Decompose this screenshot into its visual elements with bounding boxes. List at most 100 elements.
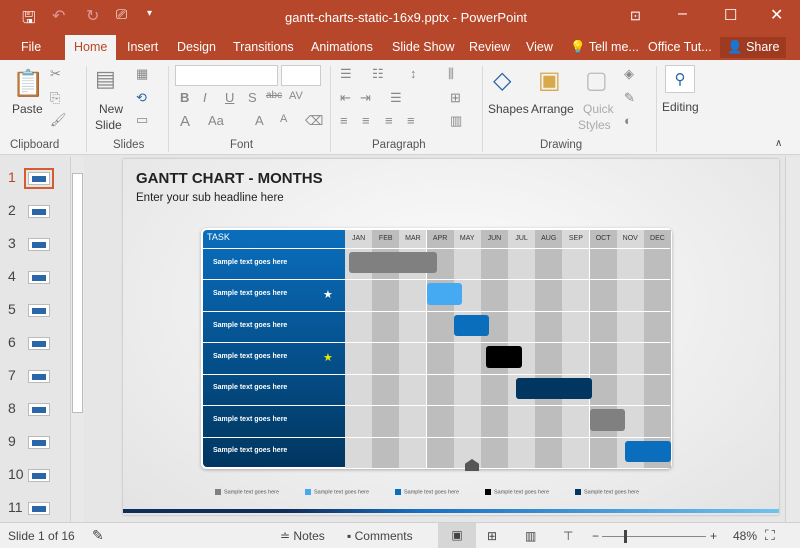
bold-icon[interactable]: B — [180, 90, 189, 105]
slide-thumbnail[interactable] — [28, 304, 50, 317]
notes-button[interactable]: ≐ Notes — [280, 529, 325, 543]
gantt-bar[interactable] — [486, 346, 522, 368]
slide-thumbnail[interactable] — [28, 370, 50, 383]
gantt-bar[interactable] — [516, 377, 593, 400]
maximize-icon[interactable]: ☐ — [724, 6, 737, 24]
zoom-slider[interactable] — [602, 530, 706, 543]
tab-insert[interactable]: Insert — [127, 40, 158, 54]
strikethrough-icon[interactable]: abc — [266, 90, 282, 101]
slide-subtitle[interactable]: Enter your sub headline here — [136, 192, 284, 204]
slide-thumbnail[interactable] — [28, 436, 50, 449]
increase-indent-icon[interactable]: ⇥ — [360, 90, 371, 106]
slide-thumbnail[interactable] — [28, 337, 50, 350]
fit-slide-icon[interactable]: ⛶ — [765, 527, 775, 544]
undo-icon[interactable]: ↶ — [52, 6, 65, 26]
slide-thumbnail[interactable] — [28, 205, 50, 218]
slide-thumbnail[interactable] — [28, 271, 50, 284]
redo-icon[interactable]: ↻ — [86, 6, 99, 26]
cut-icon[interactable]: ✂ — [50, 66, 61, 82]
ribbon-display-icon[interactable]: ⊡ — [630, 8, 641, 24]
editing-button[interactable]: Editing — [662, 100, 699, 114]
spell-check-icon[interactable]: ✎ — [92, 527, 104, 544]
grow-font-icon[interactable]: A — [255, 113, 264, 128]
align-left-icon[interactable]: ≡ — [340, 113, 348, 128]
align-right-icon[interactable]: ≡ — [385, 113, 393, 128]
font-size-input[interactable] — [281, 65, 321, 86]
format-painter-icon[interactable]: 🖌 — [50, 112, 67, 128]
gantt-bar[interactable] — [453, 314, 489, 337]
arrange-icon[interactable]: ▣ — [538, 66, 561, 95]
tab-transitions[interactable]: Transitions — [233, 40, 294, 54]
columns-icon[interactable]: ☰ — [390, 90, 402, 106]
align-text-icon[interactable]: ⊞ — [450, 90, 461, 106]
italic-icon[interactable]: I — [203, 90, 207, 105]
customize-icon[interactable]: ▾ — [147, 8, 152, 19]
quick-styles-label[interactable]: Styles — [578, 118, 611, 132]
task-label[interactable]: Sample text goes here — [213, 322, 287, 329]
tab-design[interactable]: Design — [177, 40, 216, 54]
slide-sorter-icon[interactable]: ⊞ — [487, 529, 497, 543]
task-label[interactable]: Sample text goes here — [213, 353, 287, 360]
justify-icon[interactable]: ≡ — [407, 113, 415, 128]
zoom-level[interactable]: 48% — [733, 529, 757, 543]
thumbnail-scrollbar[interactable] — [70, 157, 84, 522]
char-spacing-icon[interactable]: AV — [289, 90, 303, 102]
tab-home[interactable]: Home — [65, 35, 117, 60]
close-icon[interactable]: ✕ — [770, 5, 783, 25]
slide-thumbnail[interactable] — [24, 168, 54, 189]
save-icon[interactable]: 🖫 — [22, 7, 36, 34]
collapse-ribbon-icon[interactable]: ∧ — [775, 138, 782, 149]
tab-animations[interactable]: Animations — [311, 40, 373, 54]
share-button[interactable]: 👤 Share — [720, 37, 787, 58]
gantt-bar[interactable] — [624, 440, 671, 462]
shadow-icon[interactable]: S — [248, 90, 257, 105]
search-icon[interactable]: ⚲ — [665, 65, 695, 93]
underline-icon[interactable]: U — [225, 90, 234, 105]
task-label[interactable]: Sample text goes here — [213, 416, 287, 423]
zoom-in-icon[interactable]: + — [710, 529, 717, 543]
gantt-bar[interactable] — [349, 252, 438, 274]
numbering-icon[interactable]: ☷ — [372, 66, 384, 82]
slideshow-icon[interactable]: ⊤ — [563, 529, 573, 543]
task-label[interactable]: Sample text goes here — [213, 259, 287, 266]
present-icon[interactable]: ⎚ — [116, 6, 127, 23]
arrange-button[interactable]: Arrange — [531, 102, 574, 116]
shapes-button[interactable]: Shapes — [488, 102, 529, 116]
smartart-icon[interactable]: ▥ — [450, 113, 462, 129]
paste-icon[interactable]: 📋 — [12, 68, 44, 99]
slide-thumbnail[interactable] — [28, 502, 50, 515]
new-slide-button[interactable]: New — [99, 102, 123, 116]
slide-thumbnail[interactable] — [28, 469, 50, 482]
shape-effects-icon[interactable]: ◐ — [624, 113, 632, 128]
zoom-out-icon[interactable]: − — [592, 529, 599, 543]
tab-review[interactable]: Review — [469, 40, 510, 54]
section-icon[interactable]: ▭ — [136, 112, 148, 128]
center-icon[interactable]: ≡ — [362, 113, 370, 128]
account-name[interactable]: Office Tut... — [648, 40, 712, 54]
tab-slide-show[interactable]: Slide Show — [392, 40, 455, 54]
layout-icon[interactable]: ▦ — [136, 66, 148, 82]
slide-thumbnail[interactable] — [28, 238, 50, 251]
shape-fill-icon[interactable]: ◈ — [624, 66, 634, 82]
new-slide-label[interactable]: Slide — [95, 118, 122, 132]
change-case-icon[interactable]: Aa — [208, 113, 224, 128]
new-slide-icon[interactable]: ▤ — [95, 66, 116, 92]
gantt-chart[interactable]: TASK JAN FEB MAR APR MAY JUN JUL AUG SEP OCT NOV DEC… — [201, 228, 672, 469]
shape-outline-icon[interactable]: ✎ — [624, 90, 635, 106]
copy-icon[interactable]: ⎘ — [50, 90, 60, 106]
shapes-icon[interactable]: ◇ — [493, 66, 511, 95]
quick-styles-button[interactable]: Quick — [583, 102, 614, 116]
tab-file[interactable]: File — [21, 40, 41, 54]
slide-canvas[interactable]: GANTT CHART - MONTHS Enter your sub head… — [123, 159, 779, 515]
normal-view-icon[interactable]: ▣ — [438, 523, 476, 548]
font-name-input[interactable] — [175, 65, 278, 86]
tell-me-search[interactable]: 💡 Tell me... — [570, 40, 639, 55]
shrink-font-icon[interactable]: A — [280, 113, 287, 125]
quick-styles-icon[interactable]: ▢ — [585, 66, 608, 95]
gantt-bar[interactable] — [426, 283, 462, 305]
task-label[interactable]: Sample text goes here — [213, 384, 287, 391]
minimize-icon[interactable]: – — [678, 5, 687, 23]
comments-button[interactable]: ▪ Comments — [347, 529, 413, 543]
paste-button[interactable]: Paste — [12, 102, 43, 116]
text-direction-icon[interactable]: ⫼ — [448, 66, 454, 82]
